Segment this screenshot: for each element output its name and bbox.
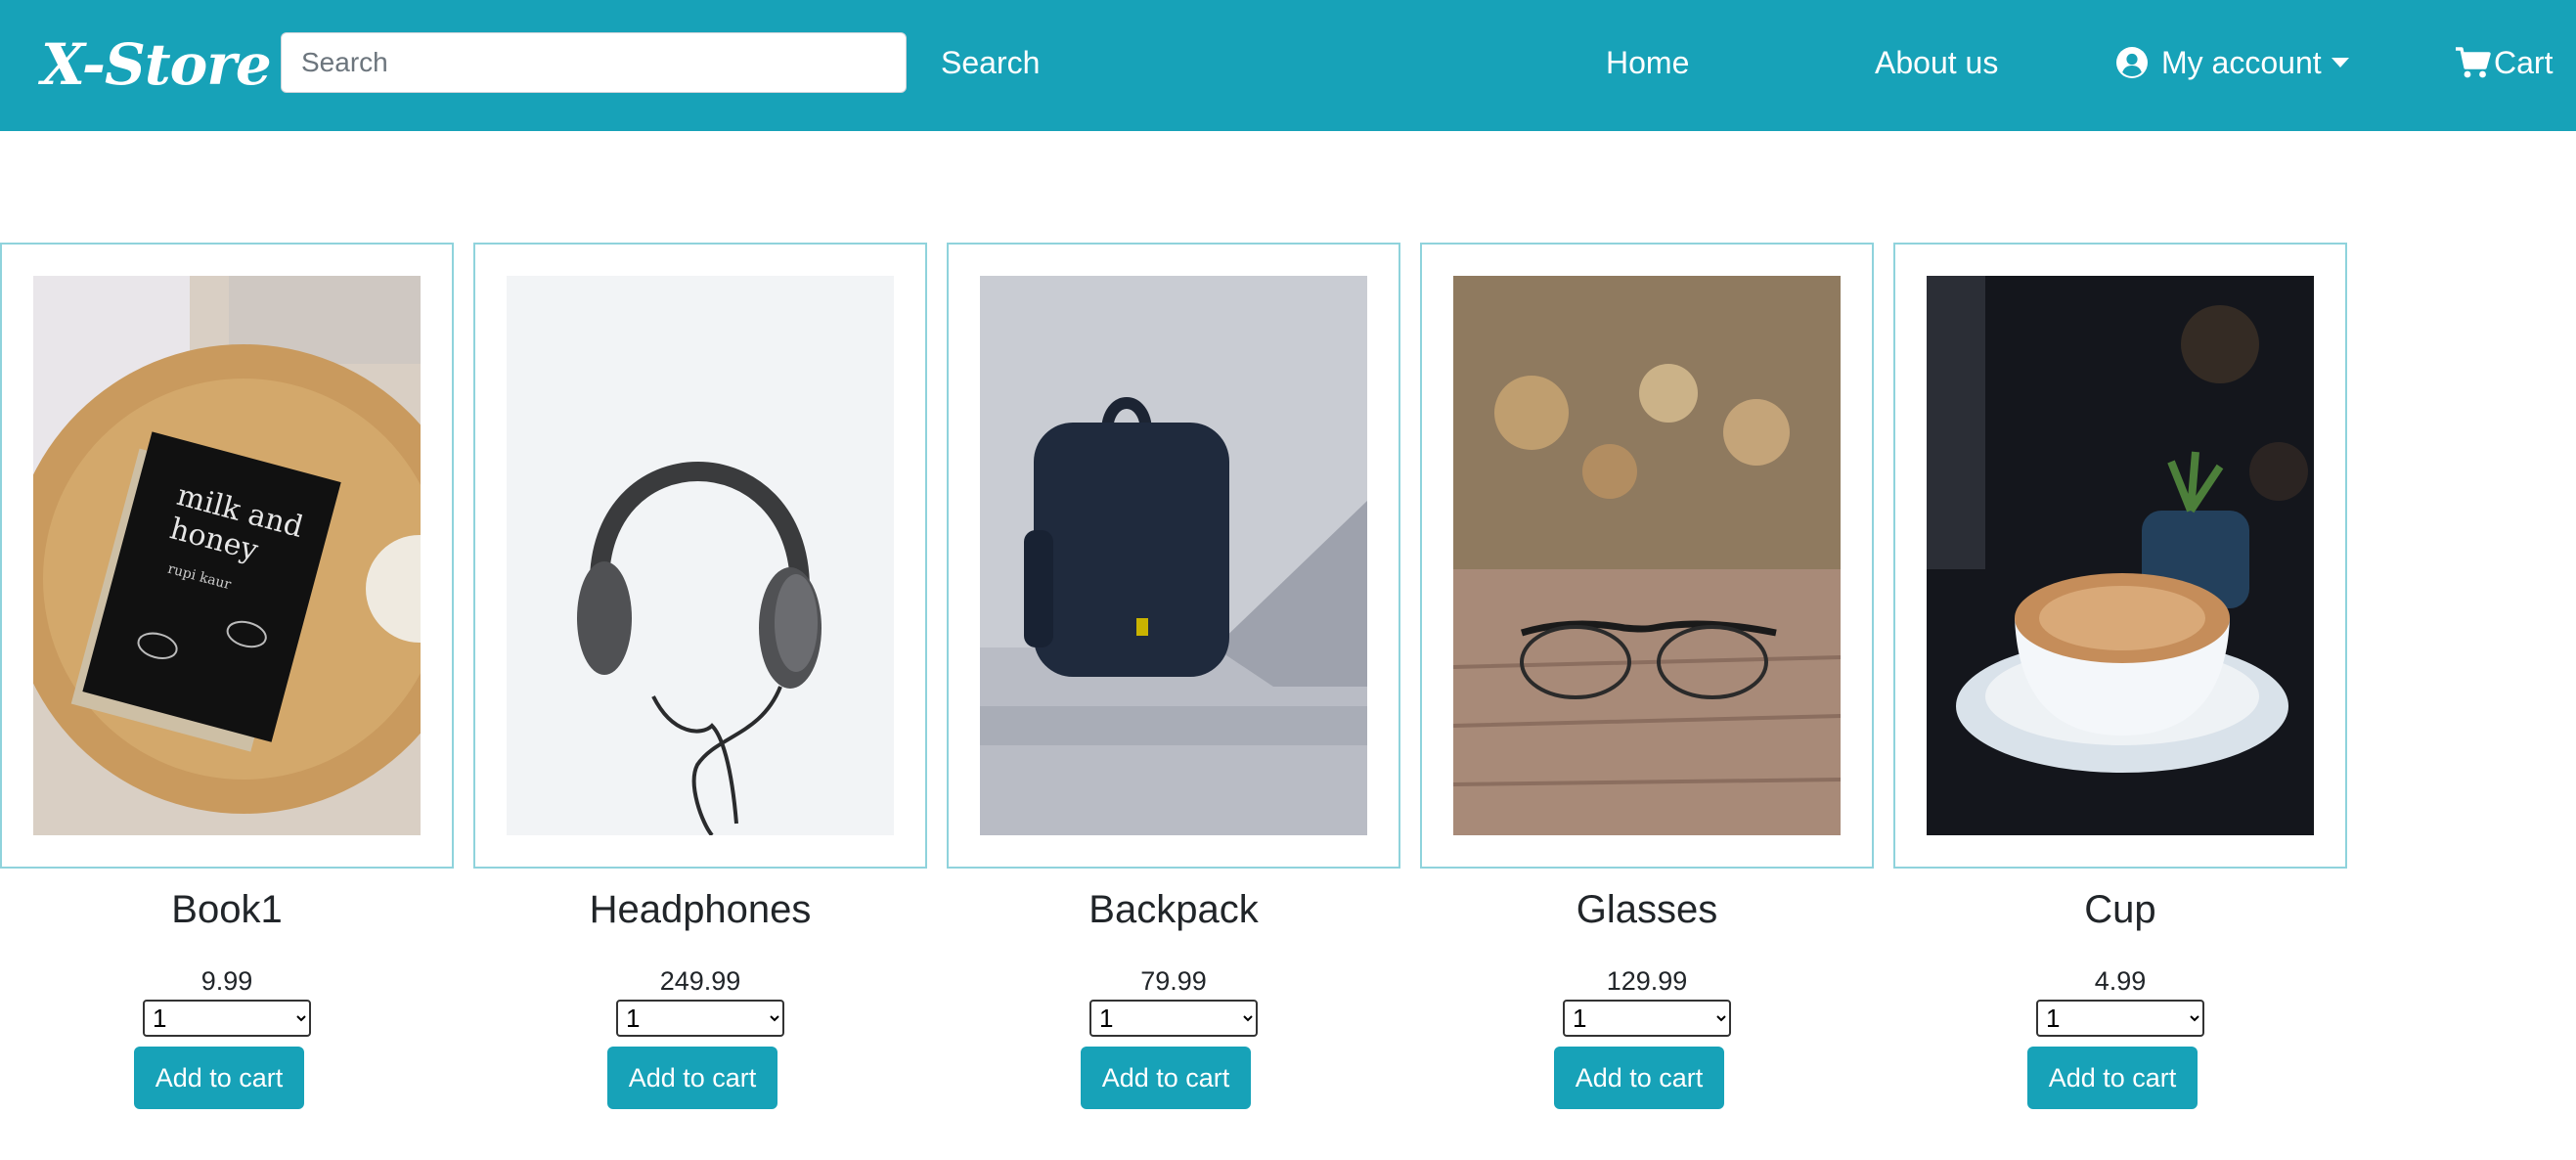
product-title[interactable]: Book1 xyxy=(0,884,454,935)
product-title[interactable]: Headphones xyxy=(473,884,927,935)
caret-down-icon xyxy=(2331,58,2349,67)
nav-cart-label: Cart xyxy=(2494,45,2554,80)
add-to-cart-button[interactable]: Add to cart xyxy=(1080,1047,1252,1109)
product-image-frame xyxy=(947,243,1400,869)
nav-account-dropdown[interactable]: My account xyxy=(2116,32,2349,93)
nav-account-label: My account xyxy=(2161,45,2322,80)
product-image-frame xyxy=(473,243,927,869)
quantity-select[interactable]: 1 xyxy=(1563,1000,1731,1037)
product-price: 4.99 xyxy=(2094,966,2147,996)
book-photo[interactable]: milk and honey rupi kaur xyxy=(9,276,478,835)
cup-photo[interactable] xyxy=(1927,276,2314,835)
glasses-photo[interactable] xyxy=(1452,276,1842,835)
brand-logo[interactable]: X-Store xyxy=(41,27,272,102)
product-title[interactable]: Backpack xyxy=(947,884,1400,935)
product-card: Backpack 79.99 1 Add to cart xyxy=(947,243,1400,1109)
add-to-cart-button[interactable]: Add to cart xyxy=(606,1047,778,1109)
product-title[interactable]: Cup xyxy=(1893,884,2347,935)
search-input[interactable] xyxy=(281,32,907,93)
product-card: Cup 4.99 1 Add to cart xyxy=(1893,243,2347,1109)
search-button[interactable]: Search xyxy=(929,32,1051,93)
product-card: Glasses 129.99 1 Add to cart xyxy=(1420,243,1874,1109)
product-card: Headphones 249.99 1 Add to cart xyxy=(473,243,927,1109)
quantity-select[interactable]: 1 xyxy=(2036,1000,2204,1037)
nav-cart-link[interactable]: Cart xyxy=(2455,32,2553,93)
product-card: milk and honey rupi kaur Book1 9.99 1 Ad… xyxy=(0,243,478,1109)
headphones-photo[interactable] xyxy=(507,276,894,837)
shopping-cart-icon xyxy=(2456,47,2491,78)
product-image-frame xyxy=(1893,243,2347,869)
nav-home-link[interactable]: Home xyxy=(1606,32,1689,93)
product-image-frame: milk and honey rupi kaur xyxy=(0,243,478,869)
backpack-photo[interactable] xyxy=(980,276,1367,835)
navbar: X-Store Search Home About us My account … xyxy=(0,0,2576,131)
product-price: 9.99 xyxy=(200,966,253,996)
add-to-cart-button[interactable]: Add to cart xyxy=(133,1047,305,1109)
quantity-select[interactable]: 1 xyxy=(143,1000,311,1037)
quantity-select[interactable]: 1 xyxy=(1089,1000,1258,1037)
user-circle-icon xyxy=(2116,47,2148,78)
add-to-cart-button[interactable]: Add to cart xyxy=(2026,1047,2198,1109)
add-to-cart-button[interactable]: Add to cart xyxy=(1553,1047,1725,1109)
nav-about-link[interactable]: About us xyxy=(1875,32,1998,93)
quantity-select[interactable]: 1 xyxy=(616,1000,784,1037)
product-image-frame xyxy=(1420,243,1874,869)
product-price: 249.99 xyxy=(659,966,741,996)
product-price: 79.99 xyxy=(1140,966,1207,996)
product-title[interactable]: Glasses xyxy=(1420,884,1874,935)
product-price: 129.99 xyxy=(1606,966,1688,996)
